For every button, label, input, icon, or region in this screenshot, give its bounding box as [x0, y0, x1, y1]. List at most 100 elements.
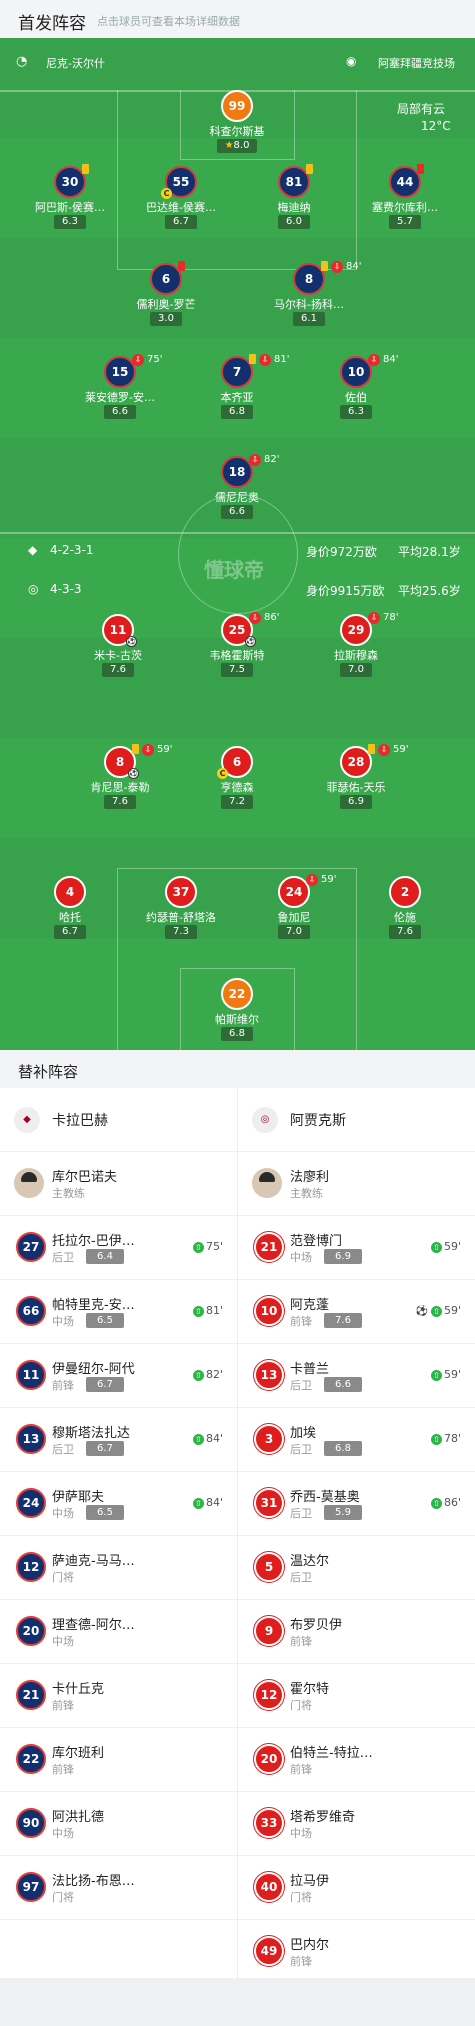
team-logo-icon: ◎	[252, 1107, 278, 1133]
player-card[interactable]: 18 儒尼尼奥 6.6 ⇩ 82'	[187, 454, 287, 528]
sub-player-row[interactable]: 12 霍尔特 门将	[238, 1664, 475, 1728]
subs-title: 替补阵容	[18, 1063, 79, 1081]
sub-player-row[interactable]: 21 卡什丘克 前锋	[0, 1664, 237, 1728]
sub-player-row[interactable]: 13 穆斯塔法扎达 后卫 6.7 ⇧ 84'	[0, 1408, 237, 1472]
player-card[interactable]: 44 塞费尔库利… 5.7	[355, 164, 455, 238]
sub-in-info: ⇧ 59'	[430, 1240, 461, 1253]
player-card[interactable]: 4 哈托 6.7	[20, 876, 120, 948]
player-rating: 7.0	[278, 925, 310, 939]
pitch: ◔ 尼克-沃尔什 ◉ 阿塞拜疆竞技场 局部有云 12°C 懂球帝 ◆ 4-2-3…	[0, 38, 475, 1050]
sub-in-icon: ⇧	[192, 1242, 204, 1253]
weather-text: 局部有云	[397, 102, 446, 116]
player-card[interactable]: 15 莱安德罗-安… 6.6 ⇩ 75'	[70, 354, 170, 428]
player-card[interactable]: 6 儒利奥-罗芒 3.0	[116, 261, 216, 335]
player-number: 66	[16, 1296, 46, 1326]
player-card[interactable]: 6 亨德森 7.2 C	[187, 746, 287, 818]
coach-avatar	[14, 1168, 44, 1198]
sub-player-row[interactable]: 27 托拉尔-巴伊… 后卫 6.4 ⇧ 75'	[0, 1216, 237, 1280]
sub-player-row[interactable]: 9 布罗贝伊 前锋	[238, 1600, 475, 1664]
player-card[interactable]: 22 帕斯维尔 6.8	[187, 978, 287, 1050]
player-rating: 7.0	[340, 663, 372, 677]
sub-minute: 82'	[205, 1368, 223, 1381]
whistle-icon: ◔	[16, 54, 28, 69]
player-card[interactable]: 2 伦施 7.6	[355, 876, 455, 948]
sub-player-row[interactable]: 20 理查德-阿尔… 中场	[0, 1600, 237, 1664]
player-card[interactable]: 81 梅迪纳 6.0	[244, 164, 344, 238]
player-name: 布罗贝伊	[290, 1618, 343, 1633]
sub-player-row[interactable]: 22 库尔班利 前锋	[0, 1728, 237, 1792]
player-card[interactable]: 24 鲁加尼 7.0 ⇩ 59'	[244, 874, 344, 948]
sub-player-row[interactable]: 10 阿克蓬 前锋 7.6 ⚽ ⇧ 59'	[238, 1280, 475, 1344]
watermark: 懂球帝	[204, 558, 264, 582]
sub-player-row[interactable]: 40 拉马伊 门将	[238, 1856, 475, 1920]
player-card[interactable]: 55 巴达维-侯赛… 6.7 C	[131, 166, 231, 238]
coach-row[interactable]: 法廖利 主教练	[238, 1152, 475, 1216]
player-name: 儒利奥-罗芒	[136, 298, 196, 311]
player-name: 伦施	[394, 911, 416, 924]
sub-player-row[interactable]: 24 伊萨耶夫 中场 6.5 ⇧ 84'	[0, 1472, 237, 1536]
player-number: 12	[254, 1680, 284, 1710]
sub-player-row[interactable]: 90 阿洪扎德 中场	[0, 1792, 237, 1856]
coach-row[interactable]: 库尔巴诺夫 主教练	[0, 1152, 237, 1216]
player-number: 21	[254, 1232, 284, 1262]
player-rating: 6.5	[86, 1313, 124, 1328]
player-name: 拉斯穆森	[334, 649, 378, 662]
player-name: 库尔班利	[52, 1746, 105, 1761]
team-row[interactable]: ◆ 卡拉巴赫	[0, 1088, 237, 1152]
player-card[interactable]: 10 佐伯 6.3 ⇩ 84'	[306, 354, 406, 428]
sub-player-row[interactable]: 11 伊曼纽尔-阿代 前锋 6.7 ⇧ 82'	[0, 1344, 237, 1408]
player-card[interactable]: 7 本齐亚 6.8 ⇩ 81'	[187, 354, 289, 428]
player-card[interactable]: 8 马尔科-扬科… 6.1 ⇩ 84'	[259, 261, 361, 335]
player-rating: 6.4	[86, 1249, 124, 1264]
sub-out-icon: ⇩	[132, 354, 144, 366]
sub-player-row[interactable]: 31 乔西-莫基奥 后卫 5.9 ⇧ 86'	[238, 1472, 475, 1536]
sub-player-row[interactable]: 20 伯特兰-特拉… 前锋	[238, 1728, 475, 1792]
sub-player-row[interactable]: 3 加埃 后卫 6.8 ⇧ 78'	[238, 1408, 475, 1472]
player-name: 理查德-阿尔…	[52, 1618, 135, 1633]
player-name: 法比扬-布恩…	[52, 1874, 135, 1889]
sub-minute: 78'	[443, 1432, 461, 1445]
player-number: 5	[254, 1552, 284, 1582]
sub-in-info: ⇧ 59'	[430, 1368, 461, 1381]
sub-minute: 81'	[205, 1304, 223, 1317]
player-card[interactable]: 29 拉斯穆森 7.0 ⇩ 78'	[306, 612, 406, 686]
sub-player-row[interactable]: 97 法比扬-布恩… 门将	[0, 1856, 237, 1920]
player-name: 亨德森	[220, 781, 254, 794]
team-name: 阿贾克斯	[290, 1113, 346, 1129]
player-position: 中场	[52, 1507, 74, 1520]
home-team-icon: ◆	[28, 543, 38, 557]
sub-player-row[interactable]: 49 巴内尔 前锋	[238, 1920, 475, 1984]
player-card[interactable]: 30 阿巴斯-侯赛… 6.3	[20, 164, 120, 238]
sub-player-row[interactable]: 5 温达尔 后卫	[238, 1536, 475, 1600]
player-name: 乔西-莫基奥	[290, 1490, 360, 1505]
player-position: 前锋	[290, 1315, 312, 1328]
player-card[interactable]: 8 肯尼思-泰勒 7.6 ⇩ 59' ⚽	[70, 744, 172, 818]
away-team-icon: ◎	[28, 582, 39, 596]
player-card[interactable]: 99 科查尔斯基 ★8.0	[187, 90, 287, 162]
sub-out-icon: ⇩	[331, 261, 343, 273]
sub-player-row[interactable]: 12 萨迪克-马马… 门将	[0, 1536, 237, 1600]
player-card[interactable]: 28 菲瑟佑-天乐 6.9 ⇩ 59'	[306, 744, 408, 818]
player-name: 米卡-古茨	[94, 649, 142, 662]
player-number: 12	[16, 1552, 46, 1582]
stadium-icon: ◉	[346, 54, 357, 68]
player-rating: 6.3	[340, 405, 372, 419]
player-name: 巴内尔	[290, 1938, 330, 1953]
player-rating: 6.9	[340, 795, 372, 809]
sub-player-row[interactable]: 66 帕特里克-安… 中场 6.5 ⇧ 81'	[0, 1280, 237, 1344]
sub-in-icon: ⇧	[192, 1370, 204, 1381]
player-name: 哈托	[59, 911, 81, 924]
sub-player-row[interactable]: 33 塔希罗维奇 中场	[238, 1792, 475, 1856]
lineup-hint: 点击球员可查看本场详细数据	[97, 15, 240, 28]
team-row[interactable]: ◎ 阿贾克斯	[238, 1088, 475, 1152]
player-card[interactable]: 37 约瑟普-舒塔洛 7.3	[131, 876, 231, 948]
sub-out-icon: ⇩	[249, 454, 261, 466]
player-rating: 6.8	[221, 1027, 253, 1041]
player-name: 阿巴斯-侯赛…	[35, 201, 105, 214]
player-position: 前锋	[52, 1379, 74, 1392]
player-card[interactable]: 11 米卡-古茨 7.6 ⚽	[68, 614, 168, 686]
coach-role: 主教练	[290, 1187, 323, 1200]
sub-player-row[interactable]: 13 卡普兰 后卫 6.6 ⇧ 59'	[238, 1344, 475, 1408]
player-card[interactable]: 25 韦格霍斯特 7.5 ⇩ 86' ⚽	[187, 612, 287, 686]
sub-player-row[interactable]: 21 范登博门 中场 6.9 ⇧ 59'	[238, 1216, 475, 1280]
